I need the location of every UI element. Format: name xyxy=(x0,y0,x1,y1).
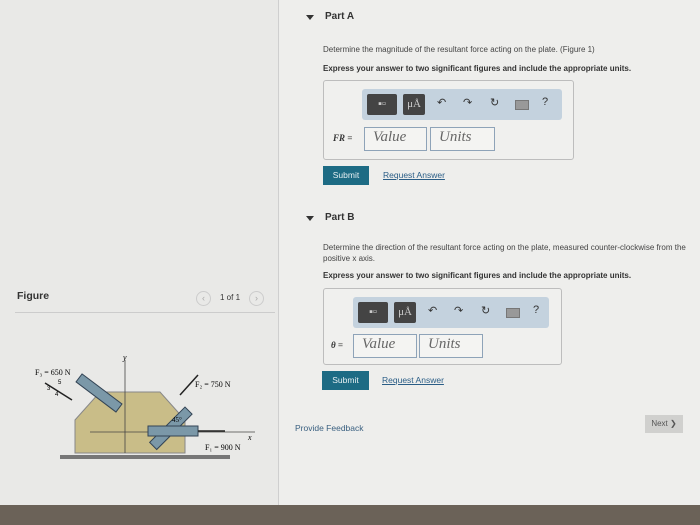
plate xyxy=(74,391,186,454)
part-a-submit-button[interactable]: Submit xyxy=(323,166,369,185)
part-b-toolbar: ▪▫ μÅ ↶ ↷ ↻ ? xyxy=(353,297,549,328)
member-f1 xyxy=(147,425,199,437)
template-icon[interactable]: ▪▫ xyxy=(367,94,397,115)
reset-icon[interactable]: ↻ xyxy=(481,304,490,317)
label-f1: F₁ = 900 N xyxy=(205,443,241,452)
label-angle: 45° xyxy=(172,416,182,424)
redo-icon[interactable]: ↷ xyxy=(454,304,463,317)
force-diagram: F₃ = 650 N F₂ = 750 N F₁ = 900 N 45° x y… xyxy=(35,353,255,459)
redo-icon[interactable]: ↷ xyxy=(463,96,472,109)
theta-label: θ = xyxy=(331,340,344,350)
collapse-part-a-icon[interactable] xyxy=(306,15,314,20)
part-a-toolbar: ▪▫ μÅ ↶ ↷ ↻ ? xyxy=(362,89,562,120)
ground xyxy=(60,455,230,459)
part-b-title[interactable]: Part B xyxy=(325,212,354,223)
part-a-request-answer-link[interactable]: Request Answer xyxy=(383,170,445,180)
reset-icon[interactable]: ↻ xyxy=(490,96,499,109)
figure-link[interactable]: (Figure 1) xyxy=(560,45,595,54)
part-a-question: Determine the magnitude of the resultant… xyxy=(323,45,558,54)
undo-icon[interactable]: ↶ xyxy=(428,304,437,317)
units-button[interactable]: μÅ xyxy=(394,302,416,323)
template-icon[interactable]: ▪▫ xyxy=(358,302,388,323)
collapse-part-b-icon[interactable] xyxy=(306,216,314,221)
help-icon[interactable]: ? xyxy=(542,96,548,108)
figure-panel: Figure ‹ 1 of 1 › F₃ = 650 N F₂ = 750 N … xyxy=(0,0,279,505)
part-a-title[interactable]: Part A xyxy=(325,11,354,22)
help-icon[interactable]: ? xyxy=(533,304,539,316)
keyboard-icon[interactable] xyxy=(515,100,529,110)
part-a-answer-box: ▪▫ μÅ ↶ ↷ ↻ ? FR = Value Units xyxy=(323,80,574,160)
figure-pager: 1 of 1 xyxy=(220,293,241,302)
label-f2: F₂ = 750 N xyxy=(195,380,231,389)
part-b-question: Determine the direction of the resultant… xyxy=(323,243,686,263)
fr-units-input[interactable]: Units xyxy=(430,127,495,151)
part-a-instruction: Express your answer to two significant f… xyxy=(323,64,632,73)
label-x: x xyxy=(247,433,252,442)
slope-5: 5 xyxy=(58,380,62,386)
keyboard-icon[interactable] xyxy=(506,308,520,318)
part-b-request-answer-link[interactable]: Request Answer xyxy=(382,375,444,385)
theta-value-input[interactable]: Value xyxy=(353,334,417,358)
figure-title: Figure xyxy=(17,290,50,302)
label-f3: F₃ = 650 N xyxy=(35,368,71,377)
part-b-answer-box: ▪▫ μÅ ↶ ↷ ↻ ? θ = Value Units xyxy=(323,288,562,365)
theta-units-input[interactable]: Units xyxy=(419,334,483,358)
prev-figure-button[interactable]: ‹ xyxy=(196,291,211,306)
fr-value-input[interactable]: Value xyxy=(364,127,427,151)
divider xyxy=(15,312,275,313)
part-b-instruction: Express your answer to two significant f… xyxy=(323,271,632,280)
part-b-submit-button[interactable]: Submit xyxy=(322,371,369,390)
undo-icon[interactable]: ↶ xyxy=(437,96,446,109)
next-button[interactable]: Next ❯ xyxy=(645,415,683,433)
slope-4: 4 xyxy=(55,392,59,398)
provide-feedback-link[interactable]: Provide Feedback xyxy=(295,423,364,433)
fr-label: FR = xyxy=(333,133,353,143)
screen-bezel xyxy=(0,505,700,525)
next-figure-button[interactable]: › xyxy=(249,291,264,306)
units-button[interactable]: μÅ xyxy=(403,94,425,115)
label-y: y xyxy=(122,353,127,362)
